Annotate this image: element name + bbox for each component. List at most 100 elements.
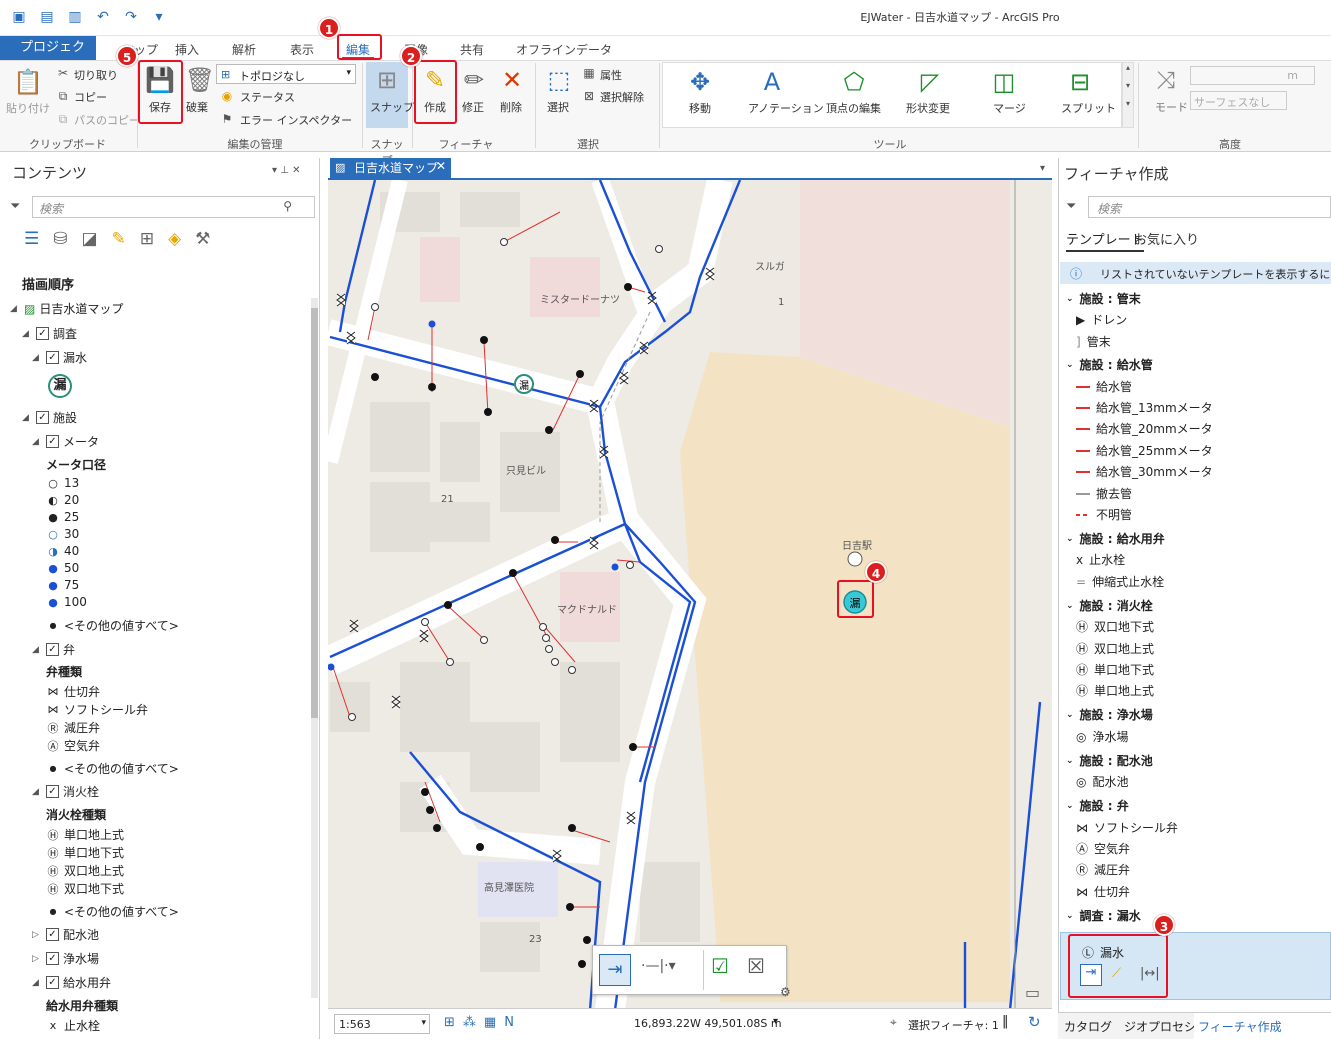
visibility-checkbox[interactable]: ✓ — [46, 785, 59, 798]
snap-button[interactable]: ⊞ スナップ — [366, 62, 414, 128]
attributes-button[interactable]: 属性 — [600, 67, 622, 83]
expand-icon[interactable]: ▷ — [32, 930, 42, 940]
refresh-icon[interactable]: ↻ — [1028, 1013, 1041, 1031]
chevron-down-icon[interactable]: ▾ — [773, 1016, 778, 1027]
table-icon[interactable]: ▦ — [484, 1015, 496, 1030]
template-item[interactable]: 給水管_20mmメータ — [1076, 420, 1213, 437]
grid-icon[interactable]: ⁂ — [463, 1015, 476, 1030]
merge-button[interactable]: マージ — [993, 100, 1026, 116]
discard-sketch-icon[interactable]: ☒ — [747, 954, 765, 978]
annotation-button[interactable]: アノテーション — [748, 100, 824, 116]
error-inspector-button[interactable]: エラー インスペクター — [240, 112, 352, 128]
tab-view[interactable]: 表示 — [286, 40, 318, 60]
filter-icon[interactable]: ⏷ — [1066, 199, 1076, 214]
new-project-icon[interactable]: ▣ — [10, 8, 28, 26]
collapse-icon[interactable]: ◢ — [22, 413, 32, 423]
paste-icon[interactable]: 📋 — [12, 66, 44, 98]
map-canvas[interactable]: 漏 漏 スルガ 1 ミスタードーナツ 只見ビル 21 日吉駅 マクドナルド 高見… — [328, 178, 1052, 1008]
discard-button[interactable]: 破棄 — [186, 99, 208, 115]
pane-menu-icon[interactable]: ▾ ⊥ ✕ — [272, 165, 300, 176]
collapse-icon[interactable]: ◢ — [32, 437, 42, 447]
template-group-header[interactable]: ⌄ 施設 : 弁 — [1066, 797, 1129, 814]
reshape-button[interactable]: 形状変更 — [906, 100, 950, 116]
template-item[interactable]: Ⓗ 単口地上式 — [1076, 682, 1154, 699]
scroll-thumb[interactable] — [311, 308, 318, 718]
template-item[interactable]: Ⓡ 減圧弁 — [1076, 861, 1130, 878]
template-group-header[interactable]: ⌄ 施設 : 管末 — [1066, 290, 1141, 307]
visibility-checkbox[interactable]: ✓ — [46, 351, 59, 364]
tab-favorites[interactable]: お気に入り — [1134, 229, 1199, 248]
collapse-icon[interactable]: ◢ — [32, 353, 42, 363]
visibility-checkbox[interactable]: ✓ — [46, 952, 59, 965]
north-arrow-icon[interactable]: N — [504, 1015, 514, 1030]
template-item[interactable]: ◎ 配水池 — [1076, 773, 1129, 790]
editing-view-icon[interactable]: ✎ — [112, 229, 126, 249]
toc-layer-meter[interactable]: ◢ ✓ メータ — [32, 433, 99, 450]
tab-create-features[interactable]: フィーチャ作成 — [1194, 1013, 1331, 1040]
scale-select[interactable]: 1:563 ▾ — [334, 1014, 430, 1034]
template-group-header[interactable]: ⌄ 施設 : 浄水場 — [1066, 706, 1153, 723]
labeling-view-icon[interactable]: ◈ — [168, 229, 181, 249]
template-item[interactable]: ⋈ ソフトシール弁 — [1076, 819, 1178, 836]
visibility-checkbox[interactable]: ✓ — [36, 327, 49, 340]
template-item[interactable]: ] 管末 — [1076, 333, 1111, 350]
toc-layer-hydrant[interactable]: ◢ ✓ 消火栓 — [32, 783, 99, 800]
tab-offline[interactable]: オフラインデータ — [512, 40, 616, 60]
template-item[interactable]: ⋈ 仕切弁 — [1076, 883, 1130, 900]
template-item[interactable]: 給水管_25mmメータ — [1076, 442, 1213, 459]
expand-icon[interactable]: ▷ — [32, 954, 42, 964]
visibility-checkbox[interactable]: ✓ — [36, 411, 49, 424]
template-group-header[interactable]: ⌄ 施設 : 給水管 — [1066, 356, 1153, 373]
tab-project[interactable]: プロジェクト — [0, 36, 96, 79]
collapse-icon[interactable]: ◢ — [32, 645, 42, 655]
tab-share[interactable]: 共有 — [456, 40, 488, 60]
snapping-toggle-icon[interactable]: ⊞ — [444, 1015, 455, 1030]
drawing-order-icon[interactable]: ☰ — [24, 229, 39, 249]
save-all-icon[interactable]: ▥ — [66, 8, 84, 26]
collapse-icon[interactable]: ◢ — [10, 304, 20, 314]
template-item[interactable]: Ⓐ 空気弁 — [1076, 840, 1130, 857]
data-source-icon[interactable]: ⛁ — [53, 229, 67, 249]
pause-icon[interactable]: ‖ — [1002, 1014, 1009, 1029]
topology-select[interactable]: ⊞ トポロジなし ▾ — [216, 64, 356, 84]
tab-insert[interactable]: 挿入 — [171, 40, 203, 60]
template-item[interactable]: ▶ ドレン — [1076, 311, 1127, 328]
template-item[interactable]: Ⓗ 双口地上式 — [1076, 640, 1154, 657]
paste-button[interactable]: 貼り付け — [6, 100, 50, 116]
surface-select[interactable]: サーフェスなし — [1190, 91, 1287, 110]
toc-layer-valve[interactable]: ◢ ✓ 弁 — [32, 641, 75, 658]
toc-layer-leak[interactable]: ◢ ✓ 漏水 — [32, 349, 87, 366]
template-group-header[interactable]: ⌄ 施設 : 給水用弁 — [1066, 530, 1165, 547]
map-overview-icon[interactable]: ▭ — [1025, 983, 1040, 1002]
template-item[interactable]: 給水管 — [1076, 378, 1132, 395]
toc-group-survey[interactable]: ◢ ✓ 調査 — [22, 325, 77, 342]
collapse-icon[interactable]: ◢ — [32, 787, 42, 797]
filter-icon[interactable]: ⏷ — [10, 199, 20, 214]
template-item[interactable]: Ⓗ 双口地下式 — [1076, 618, 1154, 635]
template-group-header[interactable]: ⌄ 施設 : 消火栓 — [1066, 597, 1153, 614]
undo-icon[interactable]: ↶ — [94, 8, 112, 26]
template-search-input[interactable]: 検索 — [1088, 196, 1331, 218]
template-item[interactable]: 給水管_13mmメータ — [1076, 399, 1213, 416]
toc-layer-supply-valve[interactable]: ◢ ✓ 給水用弁 — [32, 974, 111, 991]
segment-tool-icon[interactable]: ·—|·▾ — [641, 958, 676, 974]
mode-button[interactable]: モード — [1155, 99, 1188, 115]
delete-button[interactable]: 削除 — [500, 99, 522, 115]
gallery-scroll[interactable]: ▴ ▾ ▾ — [1122, 62, 1134, 128]
template-group-header[interactable]: ⌄ 調査 : 漏水 — [1066, 907, 1141, 924]
toc-layer-plant[interactable]: ▷ ✓ 浄水場 — [32, 950, 99, 967]
visibility-checkbox[interactable]: ✓ — [46, 643, 59, 656]
template-group-header[interactable]: ⌄ 施設 : 配水池 — [1066, 752, 1153, 769]
redo-icon[interactable]: ↷ — [122, 8, 140, 26]
collapse-icon[interactable]: ◢ — [32, 978, 42, 988]
template-item[interactable]: 給水管_30mmメータ — [1076, 463, 1213, 480]
selection-view-icon[interactable]: ◪ — [82, 229, 98, 249]
chevron-down-icon[interactable]: ▾ — [1040, 163, 1045, 174]
split-button[interactable]: スプリット — [1061, 100, 1116, 116]
finish-icon[interactable]: ☑ — [711, 954, 729, 978]
charts-view-icon[interactable]: ⚒ — [195, 229, 210, 249]
tab-analysis[interactable]: 解析 — [228, 40, 260, 60]
move-button[interactable]: 移動 — [689, 100, 711, 116]
contents-search-input[interactable]: 検索 ⚲ — [32, 196, 315, 218]
settings-icon[interactable]: ⚙ — [780, 985, 791, 999]
